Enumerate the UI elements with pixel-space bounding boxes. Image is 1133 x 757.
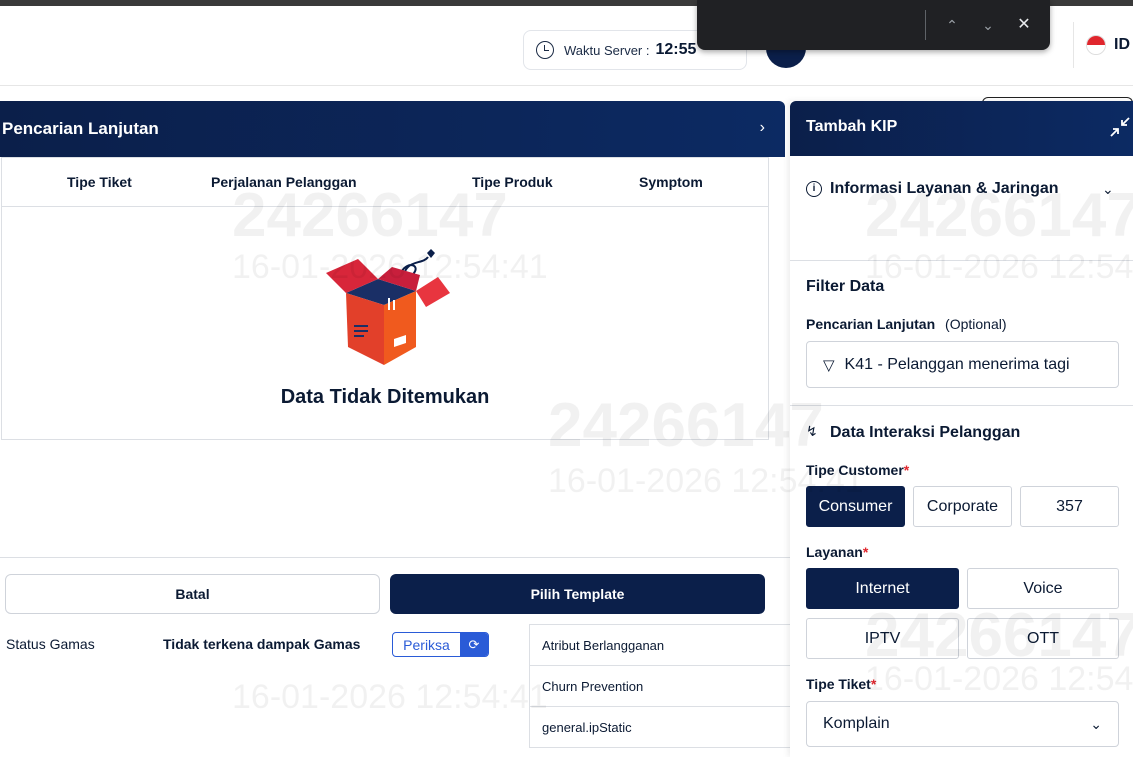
ticket-type-value: Komplain xyxy=(823,715,890,732)
attribute-item-ipstatic[interactable]: general.ipStatic xyxy=(530,707,792,748)
info-icon: i xyxy=(806,181,822,197)
column-header-perjalanan: Perjalanan Pelanggan xyxy=(211,174,357,190)
chevron-down-icon: ⌄ xyxy=(1090,716,1102,732)
panel-divider xyxy=(790,260,1133,261)
collapse-icon[interactable] xyxy=(1109,116,1131,138)
add-kip-header: Tambah KIP xyxy=(790,101,1133,156)
customer-type-357[interactable]: 357 xyxy=(1020,486,1119,527)
attribute-item-berlangganan[interactable]: Atribut Berlangganan xyxy=(530,625,792,666)
refresh-icon: ⟳ xyxy=(460,633,488,656)
gamas-status-value: Tidak terkena dampak Gamas xyxy=(163,636,361,652)
advanced-search-title: Pencarian Lanjutan xyxy=(2,119,159,138)
add-kip-panel: Tambah KIP i Informasi Layanan & Jaringa… xyxy=(790,101,1133,757)
advanced-search-input-value: K41 - Pelanggan menerima tagi xyxy=(844,355,1070,373)
close-icon[interactable]: ✕ xyxy=(1013,14,1035,36)
server-time-value: 12:55 xyxy=(655,41,697,58)
chevron-right-icon[interactable]: › xyxy=(760,119,765,137)
language-label: ID xyxy=(1114,36,1130,53)
empty-state-message: Data Tidak Ditemukan xyxy=(280,386,490,408)
check-gamas-button[interactable]: Periksa ⟳ xyxy=(392,632,489,657)
find-next-icon[interactable]: ⌄ xyxy=(977,14,999,36)
filter-data-title: Filter Data xyxy=(806,278,885,295)
ticket-type-select[interactable]: Komplain ⌄ xyxy=(806,701,1119,747)
cancel-button[interactable]: Batal xyxy=(5,574,380,614)
add-kip-title: Tambah KIP xyxy=(806,118,898,135)
section-divider xyxy=(0,557,790,558)
find-bar-separator xyxy=(925,10,926,40)
gamas-status-label: Status Gamas xyxy=(6,636,95,652)
optional-hint: (Optional) xyxy=(945,316,1007,332)
required-mark: * xyxy=(862,544,869,560)
customer-type-corporate[interactable]: Corporate xyxy=(913,486,1012,527)
advanced-search-input[interactable]: ▽ K41 - Pelanggan menerima tagi xyxy=(806,341,1119,388)
required-mark: * xyxy=(903,462,910,478)
table-header: Tipe Tiket Perjalanan Pelanggan Tipe Pro… xyxy=(2,158,768,207)
customer-type-label-text: Tipe Customer xyxy=(806,462,904,478)
check-gamas-label: Periksa xyxy=(403,636,450,653)
filter-icon: ▽ xyxy=(823,356,835,374)
ticket-type-label: Tipe Tiket* xyxy=(806,676,876,692)
document-import-icon: ↯ xyxy=(806,423,818,439)
server-time-label: Waktu Server : xyxy=(564,42,650,58)
panel-divider xyxy=(790,405,1133,406)
attribute-item-churn[interactable]: Churn Prevention xyxy=(530,666,792,707)
choose-template-button[interactable]: Pilih Template xyxy=(390,574,765,614)
advanced-search-field-label: Pencarian Lanjutan (Optional) xyxy=(806,316,1007,332)
column-header-symptom: Symptom xyxy=(639,174,703,190)
column-header-tipe-tiket: Tipe Tiket xyxy=(67,174,132,190)
language-switcher[interactable]: ID xyxy=(1073,22,1133,68)
attribute-list: Atribut Berlangganan Churn Prevention ge… xyxy=(529,624,792,748)
service-iptv[interactable]: IPTV xyxy=(806,618,959,659)
column-header-tipe-produk: Tipe Produk xyxy=(472,174,553,190)
service-internet[interactable]: Internet xyxy=(806,568,959,609)
browser-find-bar: ⌃ ⌄ ✕ xyxy=(697,0,1050,50)
watermark-timestamp: 16-01-2026 12:54:41 xyxy=(232,678,548,716)
empty-box-illustration xyxy=(326,249,450,365)
customer-type-label: Tipe Customer* xyxy=(806,462,909,478)
find-previous-icon[interactable]: ⌃ xyxy=(941,14,963,36)
ticket-type-label-text: Tipe Tiket xyxy=(806,676,871,692)
service-label-text: Layanan xyxy=(806,544,863,560)
customer-interaction-title: Data Interaksi Pelanggan xyxy=(830,424,1021,441)
service-ott[interactable]: OTT xyxy=(967,618,1119,659)
advanced-search-field-label-text: Pencarian Lanjutan xyxy=(806,316,936,332)
service-voice[interactable]: Voice xyxy=(967,568,1119,609)
service-label: Layanan* xyxy=(806,544,868,560)
required-mark: * xyxy=(870,676,877,692)
clock-icon xyxy=(536,41,554,59)
customer-type-consumer[interactable]: Consumer xyxy=(806,486,905,527)
chevron-down-icon[interactable]: ⌄ xyxy=(1102,181,1114,198)
indonesia-flag-icon xyxy=(1086,35,1106,55)
advanced-search-header[interactable]: Pencarian Lanjutan › xyxy=(0,101,785,157)
service-network-info-title[interactable]: Informasi Layanan & Jaringan xyxy=(830,180,1059,198)
results-table: Tipe Tiket Perjalanan Pelanggan Tipe Pro… xyxy=(1,157,769,440)
